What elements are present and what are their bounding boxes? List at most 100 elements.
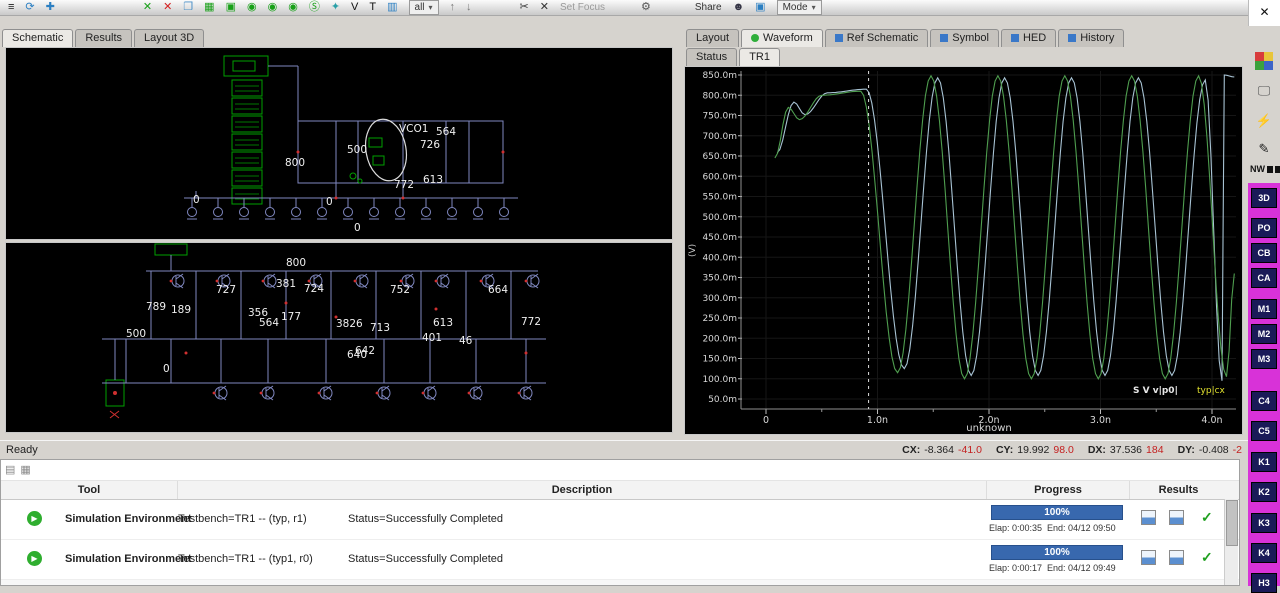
- tab-ref-schematic[interactable]: Ref Schematic: [825, 29, 929, 47]
- coord-label: DY:: [1178, 444, 1195, 456]
- tab-history[interactable]: History: [1058, 29, 1124, 47]
- link-icon[interactable]: ✦: [331, 1, 340, 14]
- layer-button-3d[interactable]: 3D: [1251, 188, 1277, 208]
- status-bar: Ready CX:-8.364-41.0CY:19.99298.0DX:37.5…: [0, 440, 1248, 459]
- y-axis-label: 100.0m: [702, 375, 737, 385]
- schematic-net-label: 0: [326, 196, 333, 208]
- column-header-description[interactable]: Description: [177, 481, 986, 499]
- schematic-net-label: 724: [304, 283, 324, 295]
- tab-hed[interactable]: HED: [1001, 29, 1056, 47]
- mode-dropdown[interactable]: Mode▾: [777, 0, 822, 15]
- layer-button-ca[interactable]: CA: [1251, 268, 1277, 288]
- schematic-tabbar: SchematicResultsLayout 3D: [2, 26, 206, 47]
- share-button[interactable]: Share: [695, 2, 722, 13]
- layer-button-h3[interactable]: H3: [1251, 573, 1277, 593]
- nw-indicator: NW: [1250, 164, 1280, 174]
- scrollbar-thumb[interactable]: [1226, 500, 1238, 546]
- coord-value-highlight: 98.0: [1053, 444, 1073, 456]
- result-chart-icon[interactable]: [1169, 510, 1184, 525]
- result-chart-icon[interactable]: [1169, 550, 1184, 565]
- cut-icon[interactable]: ✂: [520, 1, 529, 14]
- layer-button-k4[interactable]: K4: [1251, 543, 1277, 563]
- layer-button-k2[interactable]: K2: [1251, 482, 1277, 502]
- tab-results[interactable]: Results: [75, 29, 132, 47]
- column-header-results[interactable]: Results: [1129, 481, 1227, 499]
- job-row-partial[interactable]: [1, 580, 1239, 586]
- flash-icon[interactable]: ⚡: [1255, 112, 1273, 130]
- add-icon[interactable]: ✚: [46, 1, 55, 14]
- progress-percent: 100%: [992, 507, 1122, 518]
- job-testbench: Testbench=TR1 -- (typ1, r0): [178, 553, 313, 565]
- tab-status[interactable]: Status: [686, 48, 737, 66]
- voltage-tool-icon[interactable]: V: [351, 1, 358, 14]
- schematic-net-label: 772: [394, 179, 414, 191]
- tab-schematic[interactable]: Schematic: [2, 29, 73, 47]
- job-table-header: ToolDescriptionProgressResults: [1, 481, 1239, 500]
- layer-button-cb[interactable]: CB: [1251, 243, 1277, 263]
- copy-icon[interactable]: ❐: [183, 1, 193, 14]
- tab-layout-3d[interactable]: Layout 3D: [134, 29, 204, 47]
- coord-value: 19.992: [1017, 444, 1049, 456]
- tab-tr1[interactable]: TR1: [739, 48, 780, 66]
- tab-waveform[interactable]: Waveform: [741, 29, 823, 47]
- probe-icon[interactable]: ◉: [247, 1, 257, 14]
- gear-icon[interactable]: ⚙: [641, 1, 651, 14]
- tab-icon: [940, 34, 948, 42]
- set-focus-label[interactable]: Set Focus: [560, 2, 605, 13]
- layer-button-po[interactable]: PO: [1251, 218, 1277, 238]
- coord-label: CY:: [996, 444, 1013, 456]
- layer-button-c5[interactable]: C5: [1251, 421, 1277, 441]
- layer-button-k3[interactable]: K3: [1251, 513, 1277, 533]
- success-check-icon: ✓: [1201, 509, 1213, 526]
- menu-icon[interactable]: ≡: [8, 1, 14, 14]
- waveform-canvas[interactable]: 850.0m800.0m750.0m700.0m650.0m600.0m550.…: [684, 66, 1243, 435]
- probe2-icon[interactable]: ◉: [268, 1, 278, 14]
- coord-label: CX:: [902, 444, 920, 456]
- column-header-tool[interactable]: Tool: [1, 481, 177, 499]
- down-arrow-icon[interactable]: ↓: [466, 1, 472, 14]
- panel-list-icon[interactable]: ▤: [5, 464, 15, 477]
- tab-symbol[interactable]: Symbol: [930, 29, 999, 47]
- text-tool-icon[interactable]: T: [369, 1, 376, 14]
- layer-button-m3[interactable]: M3: [1251, 349, 1277, 369]
- schematic-canvas-top[interactable]: VCO1564726500800613772000: [5, 47, 673, 240]
- palette-icon[interactable]: [1255, 52, 1273, 70]
- layer-button-c4[interactable]: C4: [1251, 391, 1277, 411]
- layer-button-m2[interactable]: M2: [1251, 324, 1277, 344]
- all-dropdown[interactable]: all▾: [409, 0, 439, 15]
- job-status-text: Status=Successfully Completed: [348, 553, 503, 565]
- cancel-icon[interactable]: ✕: [163, 1, 172, 14]
- apply-icon[interactable]: ✕: [143, 1, 152, 14]
- chart-tool-icon[interactable]: ▥: [387, 1, 397, 14]
- display-icon[interactable]: 🖵: [1255, 82, 1273, 100]
- panel-grid-icon[interactable]: ▦: [20, 464, 30, 477]
- schematic-net-label: 789: [146, 301, 166, 313]
- job-elapsed-text: Elap: 0:00:17 End: 04/12 09:49: [989, 563, 1116, 573]
- up-arrow-icon[interactable]: ↑: [450, 1, 456, 14]
- job-row[interactable]: ▶Simulation EnvironmentTestbench=TR1 -- …: [1, 540, 1239, 580]
- window-close-button[interactable]: ✕: [1248, 0, 1280, 26]
- window-icon[interactable]: ▣: [755, 1, 765, 14]
- netlist-icon[interactable]: ▦: [204, 1, 214, 14]
- schematic-canvas-bottom[interactable]: 8003817247277526647891893561775643826713…: [5, 242, 673, 433]
- stop-icon[interactable]: ▣: [226, 1, 236, 14]
- tab-label: History: [1080, 32, 1114, 44]
- pen-icon[interactable]: ✎: [1255, 140, 1273, 158]
- simulate-icon[interactable]: Ⓢ: [309, 1, 320, 14]
- progress-bar: 100%: [991, 505, 1123, 520]
- job-table-scrollbar[interactable]: [1224, 499, 1238, 585]
- user-icon[interactable]: ☻: [733, 1, 745, 14]
- schematic-net-label: VCO1: [399, 123, 428, 135]
- history-icon[interactable]: ⟳: [25, 1, 34, 14]
- layer-button-m1[interactable]: M1: [1251, 299, 1277, 319]
- column-header-progress[interactable]: Progress: [986, 481, 1129, 499]
- job-row[interactable]: ▶Simulation EnvironmentTestbench=TR1 -- …: [1, 500, 1239, 540]
- x-axis-title: unknown: [966, 423, 1011, 434]
- schematic-net-label: 613: [423, 174, 443, 186]
- layer-button-k1[interactable]: K1: [1251, 452, 1277, 472]
- tab-layout[interactable]: Layout: [686, 29, 739, 47]
- probe3-icon[interactable]: ◉: [288, 1, 298, 14]
- result-chart-icon[interactable]: [1141, 510, 1156, 525]
- close-tool-icon[interactable]: ✕: [540, 1, 549, 14]
- result-chart-icon[interactable]: [1141, 550, 1156, 565]
